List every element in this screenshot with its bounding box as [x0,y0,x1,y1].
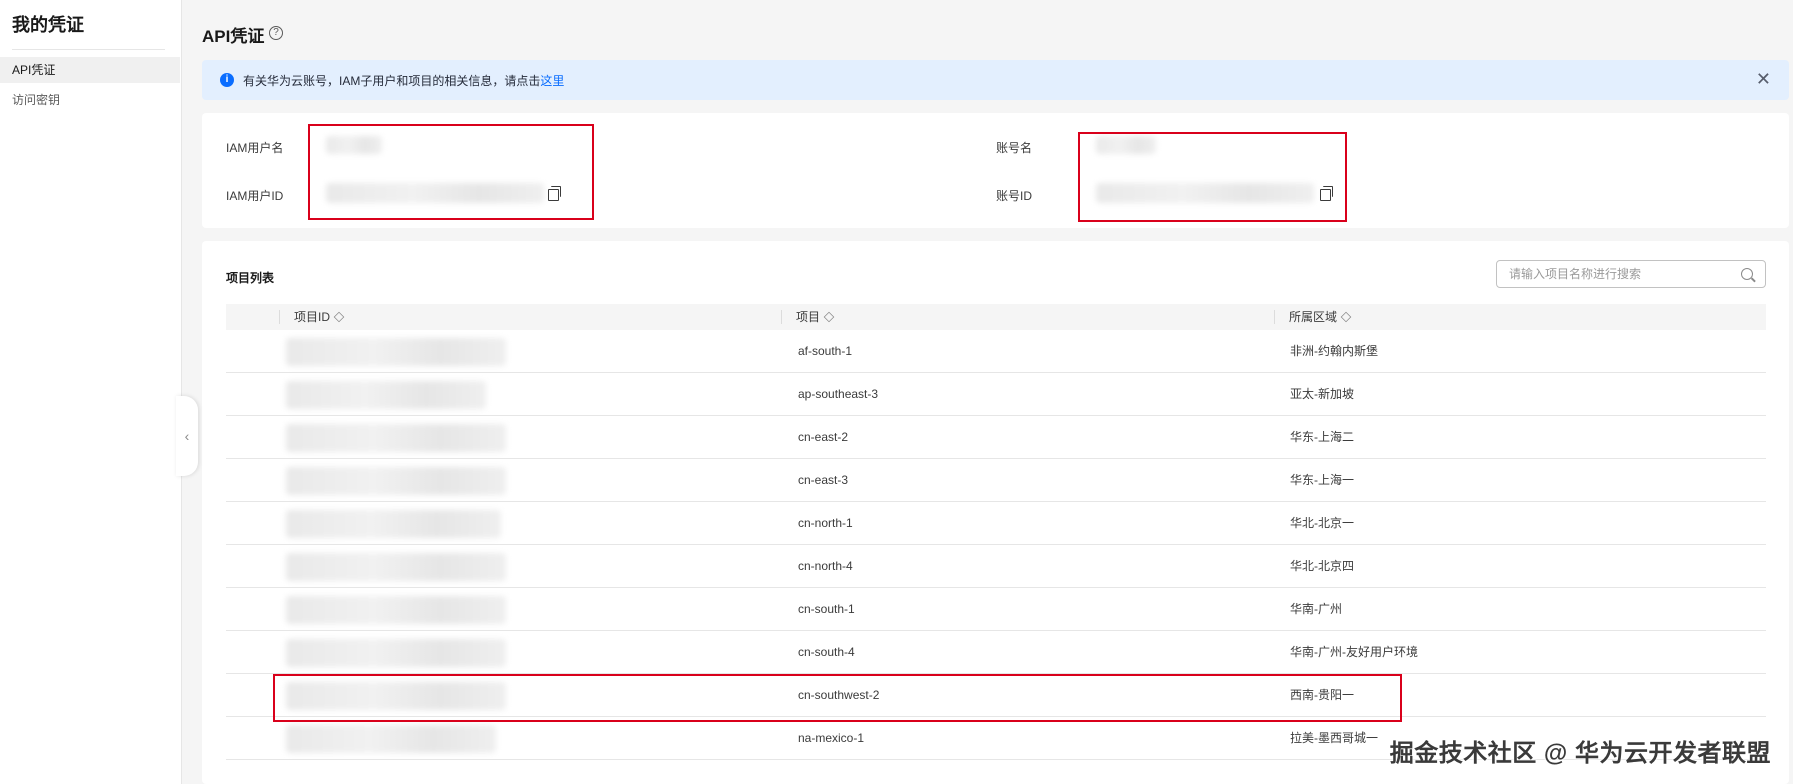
table-row[interactable]: ap-southeast-3 亚太-新加坡 [226,373,1766,416]
project-id-value [286,510,501,538]
search-icon[interactable] [1741,268,1753,280]
project-id-value [286,424,506,452]
table-row[interactable]: af-south-1 非洲-约翰内斯堡 [226,330,1766,373]
project-id-value [286,639,506,667]
project-name: na-mexico-1 [798,731,865,745]
project-id-value [286,338,506,366]
table-row[interactable]: cn-north-4 华北-北京四 [226,545,1766,588]
project-name: cn-south-1 [798,602,855,616]
project-search[interactable] [1496,260,1766,288]
sidebar-divider [12,49,165,50]
column-divider [279,310,280,324]
project-region: 非洲-约翰内斯堡 [1290,344,1378,358]
sidebar-item-access-keys[interactable]: 访问密钥 [0,87,180,113]
column-header-project-id[interactable]: 项目ID [294,304,345,330]
project-region: 华东-上海二 [1290,430,1354,444]
column-divider [781,310,782,324]
column-divider [1274,310,1275,324]
project-name: cn-north-1 [798,516,853,530]
project-name: cn-south-4 [798,645,855,659]
column-label: 项目ID [294,310,331,324]
sidebar-collapse-button[interactable]: ‹ [176,396,198,476]
project-region: 西南-贵阳一 [1290,688,1354,702]
project-region: 华南-广州-友好用户环境 [1290,645,1418,659]
sidebar-title: 我的凭证 [12,15,84,35]
account-name-value [1096,136,1156,154]
column-header-region[interactable]: 所属区域 [1289,304,1352,330]
chevron-left-icon: ‹ [184,428,190,444]
table-row[interactable]: cn-north-1 华北-北京一 [226,502,1766,545]
column-label: 所属区域 [1289,310,1338,324]
project-id-value [286,467,506,495]
project-name: cn-east-2 [798,430,849,444]
project-name: cn-east-3 [798,473,849,487]
iam-userid-value [326,183,544,203]
sort-icon[interactable] [823,311,835,323]
table-row[interactable]: cn-south-4 华南-广州-友好用户环境 [226,631,1766,674]
credentials-card: IAM用户名 IAM用户ID 账号名 账号ID [202,113,1789,228]
page-title: API凭证 [202,27,265,46]
info-icon: i [220,73,234,87]
project-region: 华南-广州 [1290,602,1342,616]
notice-link[interactable]: 这里 [540,74,564,88]
watermark: 掘金技术社区 @ 华为云开发者联盟 [1389,740,1771,767]
project-name: ap-southeast-3 [798,387,879,401]
project-id-value [286,725,496,753]
sidebar: 我的凭证 API凭证 访问密钥 [0,0,182,784]
table-row[interactable]: cn-east-3 华东-上海一 [226,459,1766,502]
iam-username-label: IAM用户名 [226,141,284,155]
project-region: 拉美-墨西哥城一 [1290,731,1378,745]
project-name: cn-southwest-2 [798,688,880,702]
project-region: 亚太-新加坡 [1290,387,1354,401]
project-id-value [286,381,486,409]
account-id-label: 账号ID [996,189,1033,203]
project-id-value [286,682,506,710]
table-row[interactable]: cn-southwest-2 西南-贵阳一 [226,674,1766,717]
table-header: 项目ID 项目 所属区域 [226,304,1766,330]
sidebar-item-api-credentials[interactable]: API凭证 [0,57,180,83]
iam-userid-label: IAM用户ID [226,189,284,203]
sort-icon[interactable] [1340,311,1352,323]
info-notice: i 有关华为云账号，IAM子用户和项目的相关信息，请点击这里 ✕ [202,60,1789,100]
column-header-project[interactable]: 项目 [796,304,835,330]
help-icon[interactable]: ? [269,26,283,40]
notice-message: 有关华为云账号，IAM子用户和项目的相关信息，请点击 [243,74,541,88]
project-table: 项目ID 项目 所属区域 af-south-1 非洲-约翰内斯堡 ap-sout… [226,304,1766,760]
project-list-title: 项目列表 [226,271,275,285]
iam-username-value [326,136,382,154]
sort-icon[interactable] [333,311,345,323]
table-row[interactable]: cn-east-2 华东-上海二 [226,416,1766,459]
copy-iam-userid-icon[interactable] [548,186,562,201]
project-region: 华东-上海一 [1290,473,1354,487]
search-input[interactable] [1509,266,1734,282]
project-id-value [286,553,506,581]
account-name-label: 账号名 [996,141,1033,155]
project-name: af-south-1 [798,344,853,358]
project-list-card: 项目列表 项目ID 项目 所属区域 af-south-1 非洲-约翰内斯堡 ap… [202,241,1789,784]
table-row[interactable]: cn-south-1 华南-广州 [226,588,1766,631]
notice-text: 有关华为云账号，IAM子用户和项目的相关信息，请点击这里 [243,72,564,89]
close-icon[interactable]: ✕ [1756,70,1771,88]
project-id-value [286,596,506,624]
project-region: 华北-北京一 [1290,516,1354,530]
copy-account-id-icon[interactable] [1320,186,1334,201]
column-label: 项目 [796,310,821,324]
account-id-value [1096,183,1314,203]
project-name: cn-north-4 [798,559,853,573]
project-region: 华北-北京四 [1290,559,1354,573]
